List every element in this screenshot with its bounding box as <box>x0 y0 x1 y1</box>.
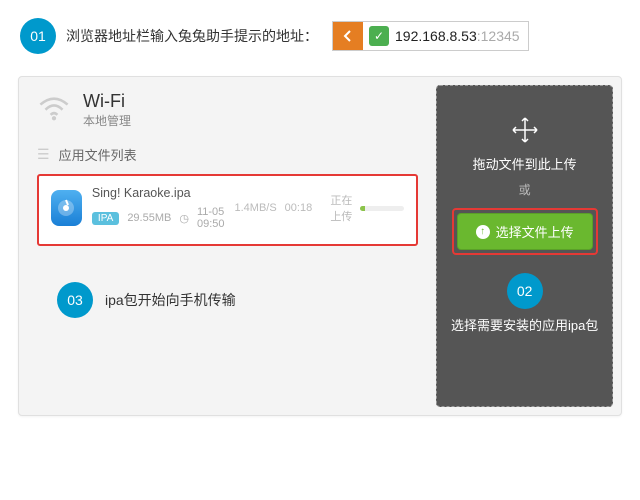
progress-bar <box>360 206 404 211</box>
file-status: 正在上传 <box>320 192 352 224</box>
list-icon: ☰ <box>37 146 51 163</box>
upload-label: 选择文件上传 <box>496 222 574 241</box>
back-icon[interactable] <box>333 22 363 50</box>
app-icon <box>51 190 82 226</box>
app-panel: Wi-Fi 本地管理 ☰ 应用文件列表 Sing! Karaoke.ipa IP… <box>18 76 622 416</box>
upload-icon: ↑ <box>476 225 490 239</box>
file-row: Sing! Karaoke.ipa IPA 29.55MB ◷ 11-05 09… <box>37 174 418 246</box>
move-icon <box>511 116 539 144</box>
or-text: 或 <box>519 181 531 198</box>
file-size: 29.55MB <box>127 212 171 224</box>
wifi-title: Wi-Fi <box>83 91 131 112</box>
step-01-text: 浏览器地址栏输入兔兔助手提示的地址： <box>66 26 318 46</box>
address-ip: 192.168.8.53 <box>395 28 477 44</box>
step-01-badge: 01 <box>20 18 56 54</box>
file-tag: IPA <box>92 212 119 225</box>
step-03-text: ipa包开始向手机传输 <box>105 290 236 310</box>
address-port: :12345 <box>477 28 528 44</box>
list-heading: 应用文件列表 <box>59 145 137 164</box>
step-02-badge: 02 <box>507 273 543 309</box>
file-duration: 00:18 <box>285 202 313 214</box>
file-speed: 1.4MB/S <box>234 202 276 214</box>
step-03-badge: 03 <box>57 282 93 318</box>
drop-zone[interactable]: 拖动文件到此上传 或 ↑ 选择文件上传 02 选择需要安装的应用ipa包 <box>436 85 613 407</box>
secure-icon: ✓ <box>369 26 389 46</box>
file-time: 11-05 09:50 <box>197 206 225 230</box>
step-02-text: 选择需要安装的应用ipa包 <box>451 315 598 334</box>
clock-icon: ◷ <box>179 212 189 225</box>
wifi-subtitle: 本地管理 <box>83 112 131 129</box>
upload-button[interactable]: ↑ 选择文件上传 <box>457 213 593 250</box>
drag-text: 拖动文件到此上传 <box>473 154 577 173</box>
address-bar[interactable]: ✓ 192.168.8.53 :12345 <box>332 21 529 51</box>
file-name: Sing! Karaoke.ipa <box>92 186 225 200</box>
wifi-icon <box>37 94 71 127</box>
